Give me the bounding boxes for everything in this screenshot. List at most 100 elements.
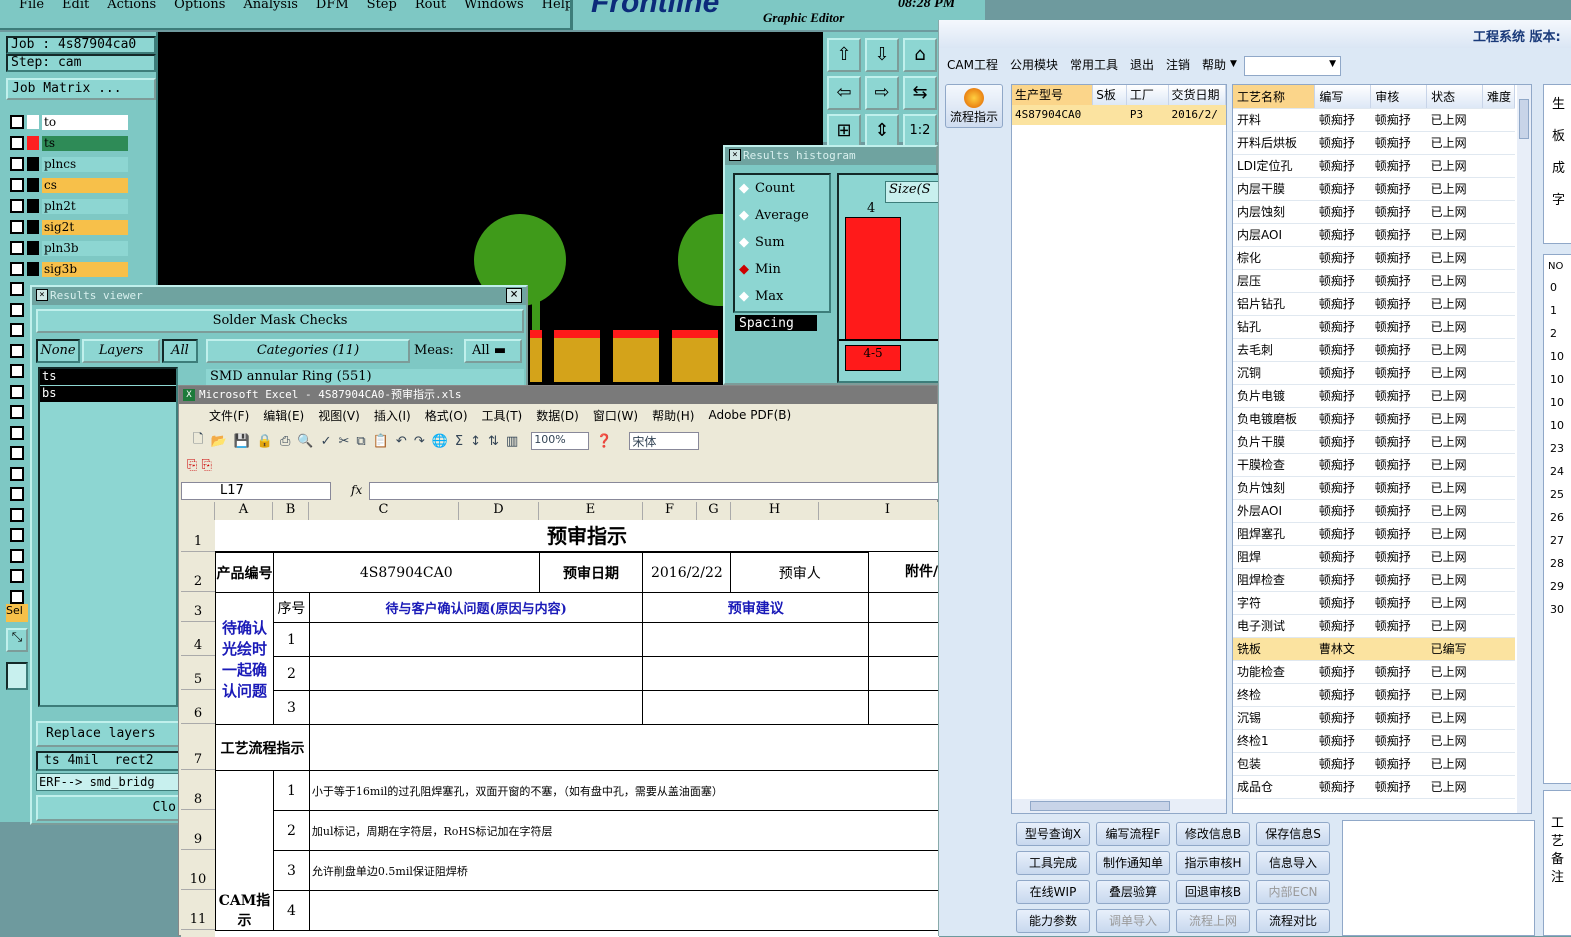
action-button[interactable]: 流程对比 — [1256, 909, 1330, 933]
sum-icon[interactable]: Σ — [455, 434, 463, 449]
process-row[interactable]: 开料 顿痴抒 顿痴抒 已上网 — [1233, 108, 1515, 132]
process-row[interactable]: 终检 顿痴抒 顿痴抒 已上网 — [1233, 683, 1515, 707]
row-header[interactable]: 2 — [181, 552, 215, 592]
process-row[interactable]: 内层蚀刻 顿痴抒 顿痴抒 已上网 — [1233, 200, 1515, 224]
cam-menu-item[interactable]: CAM工程 — [947, 56, 998, 73]
spacing-item[interactable]: Spacing — [733, 313, 819, 333]
process-row[interactable]: 阻焊塞孔 顿痴抒 顿痴抒 已上网 — [1233, 522, 1515, 546]
column-header[interactable]: E — [539, 502, 643, 520]
excel-menu-item[interactable]: Adobe PDF(B) — [708, 408, 791, 422]
resize-icon[interactable]: ⤡ — [6, 628, 28, 652]
layer-row[interactable]: ts — [10, 135, 128, 151]
layer-checkbox[interactable] — [10, 487, 24, 501]
row-header[interactable]: 3 — [181, 592, 215, 622]
process-row[interactable]: 去毛刺 顿痴抒 顿痴抒 已上网 — [1233, 338, 1515, 362]
row-header[interactable]: 4 — [181, 622, 215, 656]
layer-checkbox[interactable] — [10, 220, 24, 234]
excel-menu-item[interactable]: 帮助(H) — [652, 407, 694, 424]
menu-item-step[interactable]: Step — [358, 0, 406, 16]
name-box[interactable]: L17 — [181, 482, 331, 500]
process-row[interactable]: 成品仓 顿痴抒 顿痴抒 已上网 — [1233, 775, 1515, 799]
action-button[interactable]: 叠层验算 — [1096, 880, 1170, 904]
layer-checkbox[interactable] — [10, 548, 24, 563]
action-button[interactable]: 信息导入 — [1256, 851, 1330, 875]
excel-menu-item[interactable]: 格式(O) — [425, 407, 468, 424]
cut-icon[interactable]: ✂ — [339, 434, 350, 449]
menu-item-windows[interactable]: Windows — [455, 0, 533, 16]
process-row[interactable]: 层压 顿痴抒 顿痴抒 已上网 — [1233, 269, 1515, 293]
pdf-icons[interactable]: ⎘ ⎘ — [187, 458, 212, 473]
meas-select[interactable]: All ▬ — [464, 339, 522, 363]
sort-asc-icon[interactable]: ↕ — [470, 434, 481, 449]
permission-icon[interactable]: 🔒 — [257, 434, 273, 449]
process-row[interactable]: 内层干膜 顿痴抒 顿痴抒 已上网 — [1233, 177, 1515, 201]
redo-icon[interactable]: ↷ — [414, 434, 425, 449]
column-header[interactable]: F — [643, 502, 697, 520]
process-row[interactable]: 干膜检查 顿痴抒 顿痴抒 已上网 — [1233, 453, 1515, 477]
layer-row[interactable]: cs — [10, 177, 128, 193]
action-button[interactable]: 编写流程F — [1096, 822, 1170, 846]
layer-row[interactable]: sig2t — [10, 219, 128, 235]
grid-column-header[interactable]: 状态 — [1426, 85, 1483, 109]
process-row[interactable]: 字符 顿痴抒 顿痴抒 已上网 — [1233, 591, 1515, 615]
zoom-out-icon[interactable]: ⇩ — [865, 38, 899, 72]
menu-item-file[interactable]: File — [10, 0, 53, 16]
column-header[interactable]: A — [215, 502, 273, 520]
menu-item-edit[interactable]: Edit — [53, 0, 98, 16]
layer-checkbox[interactable] — [10, 136, 24, 150]
menu-item-actions[interactable]: Actions — [98, 0, 165, 16]
layer-checkbox[interactable] — [10, 282, 24, 296]
close-icon[interactable]: × — [506, 288, 522, 303]
row-header[interactable]: 7 — [181, 724, 215, 770]
grid-column-header[interactable]: 审核 — [1370, 85, 1428, 109]
layer-checkbox[interactable] — [10, 507, 24, 522]
grid-column-header[interactable]: 生产型号 — [1012, 85, 1094, 105]
process-row[interactable]: 阻焊检查 顿痴抒 顿痴抒 已上网 — [1233, 568, 1515, 592]
cam-menu-item[interactable]: 常用工具 — [1070, 56, 1118, 73]
action-button[interactable]: 修改信息B — [1176, 822, 1250, 846]
layer-checkbox[interactable] — [10, 178, 24, 192]
close-icon[interactable]: × — [729, 149, 741, 161]
layer-row[interactable]: pln2t — [10, 198, 128, 214]
action-button[interactable]: 型号查询X — [1016, 822, 1090, 846]
radio-max[interactable]: ◆ Max — [739, 289, 783, 304]
layer-checkbox[interactable] — [10, 364, 24, 378]
none-button[interactable]: None — [36, 339, 80, 363]
row-header[interactable]: 11 — [181, 890, 215, 930]
process-row[interactable]: 电子测试 顿痴抒 顿痴抒 已上网 — [1233, 614, 1515, 638]
process-row[interactable]: 铣板 曹林文 已编写 — [1233, 637, 1515, 661]
grid-column-header[interactable]: 难度 — [1482, 85, 1516, 109]
process-row[interactable]: 负电镀磨板 顿痴抒 顿痴抒 已上网 — [1233, 407, 1515, 431]
column-header[interactable]: B — [273, 502, 309, 520]
action-button[interactable]: 指示审核H — [1176, 851, 1250, 875]
process-row[interactable]: 沉铜 顿痴抒 顿痴抒 已上网 — [1233, 361, 1515, 385]
grid-column-header[interactable]: S板 — [1093, 85, 1127, 105]
cam-menu-item[interactable]: 帮助 — [1202, 56, 1226, 73]
action-button[interactable]: 回退审核B — [1176, 880, 1250, 904]
layer-checkbox[interactable] — [10, 343, 24, 358]
sort-desc-icon[interactable]: ⇅ — [488, 434, 499, 449]
process-row[interactable]: 阻焊 顿痴抒 顿痴抒 已上网 — [1233, 545, 1515, 569]
preview-icon[interactable]: 🔍 — [297, 434, 313, 449]
zoom-select[interactable]: 100% — [531, 432, 590, 450]
action-button[interactable]: 调单导入 — [1096, 909, 1170, 933]
radio-average[interactable]: ◆ Average — [739, 208, 809, 223]
all-button[interactable]: All — [162, 339, 198, 363]
layers-button[interactable]: Layers — [82, 339, 160, 363]
fit-screen-icon[interactable]: ⊞ — [827, 114, 861, 148]
pan-left-icon[interactable]: ⇦ — [827, 76, 861, 110]
process-row[interactable]: 功能检查 顿痴抒 顿痴抒 已上网 — [1233, 660, 1515, 684]
layer-row[interactable]: to — [10, 114, 128, 130]
grid-column-header[interactable]: 编写 — [1314, 85, 1372, 109]
process-row[interactable]: 内层AOI 顿痴抒 顿痴抒 已上网 — [1233, 223, 1515, 247]
open-icon[interactable]: 📂 — [210, 434, 226, 449]
radio-min[interactable]: ◆ Min — [739, 262, 781, 277]
excel-menu-item[interactable]: 编辑(E) — [263, 407, 304, 424]
formula-bar[interactable] — [369, 482, 939, 500]
pan-right-icon[interactable]: ⇨ — [865, 76, 899, 110]
layer-checkbox[interactable] — [10, 241, 24, 255]
close-button[interactable]: Clo — [36, 795, 182, 821]
row-header[interactable]: 1 — [181, 520, 215, 552]
layer-checkbox[interactable] — [10, 466, 24, 481]
layer-row[interactable]: sig3b — [10, 261, 128, 277]
